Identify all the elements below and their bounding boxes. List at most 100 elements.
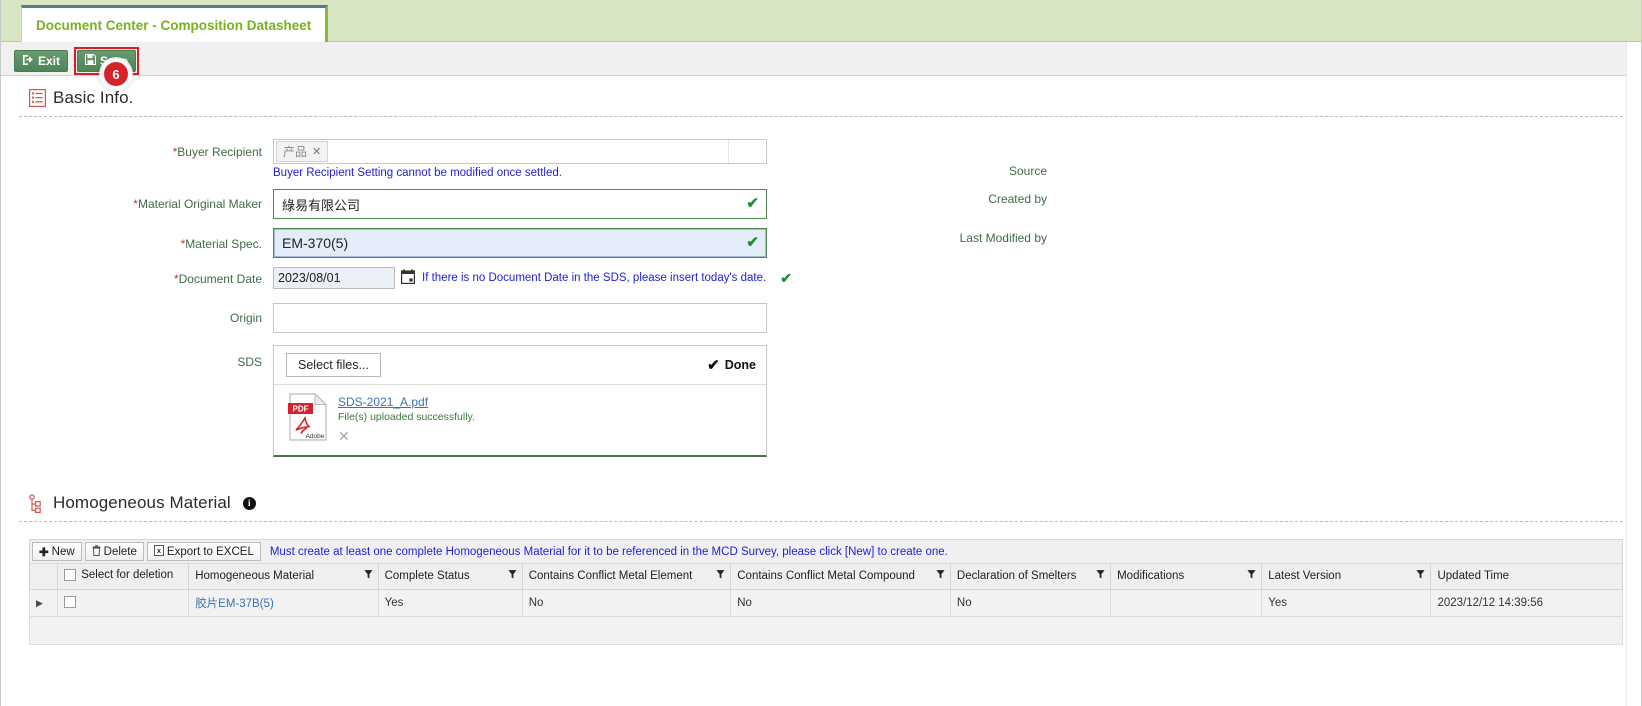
remove-file-icon[interactable]: ✕ [338, 428, 350, 445]
new-button[interactable]: ✚ New [32, 542, 82, 561]
upload-done-status: ✔ Done [707, 356, 756, 374]
column-header-select-for-deletion[interactable]: Select for deletion [57, 564, 190, 590]
tab-document-center-composition-datasheet[interactable]: Document Center - Composition Datasheet [21, 5, 329, 42]
column-label: Updated Time [1437, 570, 1510, 583]
sds-file-info: SDS-2021_A.pdf File(s) uploaded successf… [328, 393, 475, 445]
column-header-modifications[interactable]: Modifications [1110, 564, 1263, 590]
exit-button[interactable]: Exit [14, 50, 69, 72]
cell-complete-status: Yes [377, 588, 523, 617]
created-by-label: Created by [988, 192, 1047, 206]
homogeneous-material-section-header: Homogeneous Material i [1, 481, 1641, 513]
select-all-checkbox[interactable] [64, 568, 77, 581]
filter-icon[interactable] [364, 570, 373, 583]
column-label: Declaration of Smelters [956, 570, 1077, 583]
pdf-file-icon: PDF Adobe [288, 392, 328, 441]
origin-field [273, 303, 767, 333]
field-row-origin: Origin [1, 303, 1641, 333]
svg-text:Adobe: Adobe [306, 433, 325, 440]
buyer-recipient-tagbox[interactable]: 产品 ✕ [273, 139, 767, 164]
filter-icon[interactable] [1416, 570, 1426, 583]
column-label: Contains Conflict Metal Element [528, 570, 693, 583]
column-label: Complete Status [384, 570, 470, 583]
cell-updated-time: 2023/12/12 14:39:56 [1430, 588, 1623, 617]
plus-icon: ✚ [39, 546, 49, 559]
exit-arrow-icon [22, 54, 34, 68]
material-spec-input[interactable] [273, 228, 767, 258]
row-select-cell[interactable] [57, 588, 190, 617]
origin-input[interactable] [273, 303, 767, 333]
document-date-label: *Document Date [1, 267, 273, 287]
meta-last-modified-by: Last Modified by [791, 231, 1047, 270]
vertical-scrollbar[interactable] [1626, 42, 1641, 706]
filter-icon[interactable] [508, 570, 517, 583]
close-icon[interactable]: ✕ [312, 145, 321, 158]
info-icon[interactable]: i [242, 496, 256, 510]
row-expander-cell[interactable]: ▶ [28, 588, 59, 617]
basic-info-section-header: Basic Info. [1, 76, 1641, 108]
basic-info-meta-column: Source Created by Last Modified by [791, 139, 1047, 269]
grid-footer [29, 616, 1623, 645]
chevron-right-icon[interactable]: ▶ [36, 598, 43, 608]
buyer-recipient-tag-label: 产品 [283, 145, 308, 159]
valid-check-icon: ✔ [746, 234, 759, 251]
homogeneous-material-grid-wrapper: ✚ New Delete x Export to EXCEL Must crea… [28, 539, 1623, 645]
list-document-icon [29, 89, 47, 107]
column-header-homogeneous-material[interactable]: Homogeneous Material [188, 564, 379, 590]
basic-info-title: Basic Info. [53, 88, 134, 107]
label-text: Material Original Maker [137, 197, 262, 211]
filter-icon[interactable] [716, 570, 725, 583]
cell-homogeneous-material[interactable]: 胶片EM-37B(5) [188, 588, 379, 617]
step-badge-number: 6 [104, 62, 128, 86]
source-label: Source [1008, 164, 1047, 178]
table-row[interactable]: ▶ 胶片EM-37B(5) Yes No No No Yes 2023/12/1… [28, 588, 1623, 617]
buyer-recipient-endcap[interactable] [728, 140, 766, 163]
tab-label: Document Center - Composition Datasheet [36, 17, 312, 33]
buyer-recipient-input-slot[interactable] [328, 140, 728, 163]
filter-icon[interactable] [1247, 570, 1256, 583]
column-header-latest-version[interactable]: Latest Version [1261, 564, 1432, 590]
column-label: Latest Version [1268, 570, 1342, 583]
page-toolbar: Exit Save [1, 42, 1641, 76]
column-header-contains-conflict-metal-compound[interactable]: Contains Conflict Metal Compound [730, 564, 951, 590]
document-date-input[interactable] [273, 267, 395, 289]
exit-button-label: Exit [38, 54, 61, 68]
check-icon: ✔ [707, 357, 720, 374]
delete-button[interactable]: Delete [84, 542, 144, 561]
column-header-complete-status[interactable]: Complete Status [377, 564, 523, 590]
label-text: Buyer Recipient [177, 145, 262, 159]
upload-done-label: Done [724, 358, 756, 372]
column-label: Modifications [1117, 570, 1185, 583]
meta-source: Source [791, 139, 1047, 192]
tab-strip: Document Center - Composition Datasheet [1, 0, 1641, 42]
buyer-recipient-field: 产品 ✕ Buyer Recipient Setting cannot be m… [273, 139, 767, 179]
basic-info-form: *Buyer Recipient 产品 ✕ Buyer Recipient Se… [1, 117, 1641, 457]
buyer-recipient-hint: Buyer Recipient Setting cannot be modifi… [273, 167, 562, 179]
column-label: Contains Conflict Metal Compound [737, 570, 915, 583]
filter-icon[interactable] [1096, 570, 1105, 583]
step-badge-6: 6 [99, 57, 133, 91]
export-to-excel-button-label: Export to EXCEL [166, 545, 254, 558]
application-window: Document Center - Composition Datasheet … [0, 0, 1642, 706]
select-files-button[interactable]: Select files... [286, 353, 381, 377]
document-date-field: If there is no Document Date in the SDS,… [273, 267, 973, 289]
export-to-excel-button[interactable]: x Export to EXCEL [146, 542, 261, 561]
homogeneous-material-title: Homogeneous Material [53, 493, 231, 512]
cell-modifications [1110, 588, 1263, 617]
material-original-maker-input[interactable] [273, 189, 767, 219]
svg-text:PDF: PDF [293, 405, 309, 414]
filter-icon[interactable] [936, 570, 945, 583]
homogeneous-material-link[interactable]: 胶片EM-37B(5) [195, 598, 274, 610]
sds-file-link[interactable]: SDS-2021_A.pdf [338, 395, 475, 409]
buyer-recipient-label: *Buyer Recipient [1, 139, 273, 160]
buyer-recipient-tag: 产品 ✕ [276, 141, 329, 162]
cell-declaration-of-smelters: No [949, 588, 1112, 617]
table-header-row: Select for deletion Homogeneous Material… [28, 564, 1623, 590]
calendar-icon[interactable] [401, 269, 416, 287]
grid-toolbar-note: Must create at least one complete Homoge… [269, 545, 948, 558]
origin-label: Origin [1, 303, 273, 326]
column-header-declaration-of-smelters[interactable]: Declaration of Smelters [949, 564, 1112, 590]
row-checkbox[interactable] [64, 596, 77, 609]
sds-file-list: PDF Adobe SDS-2021_A.pdf File(s) uploade… [274, 385, 766, 455]
column-header-contains-conflict-metal-element[interactable]: Contains Conflict Metal Element [521, 564, 732, 590]
column-header-updated-time[interactable]: Updated Time [1430, 564, 1623, 590]
